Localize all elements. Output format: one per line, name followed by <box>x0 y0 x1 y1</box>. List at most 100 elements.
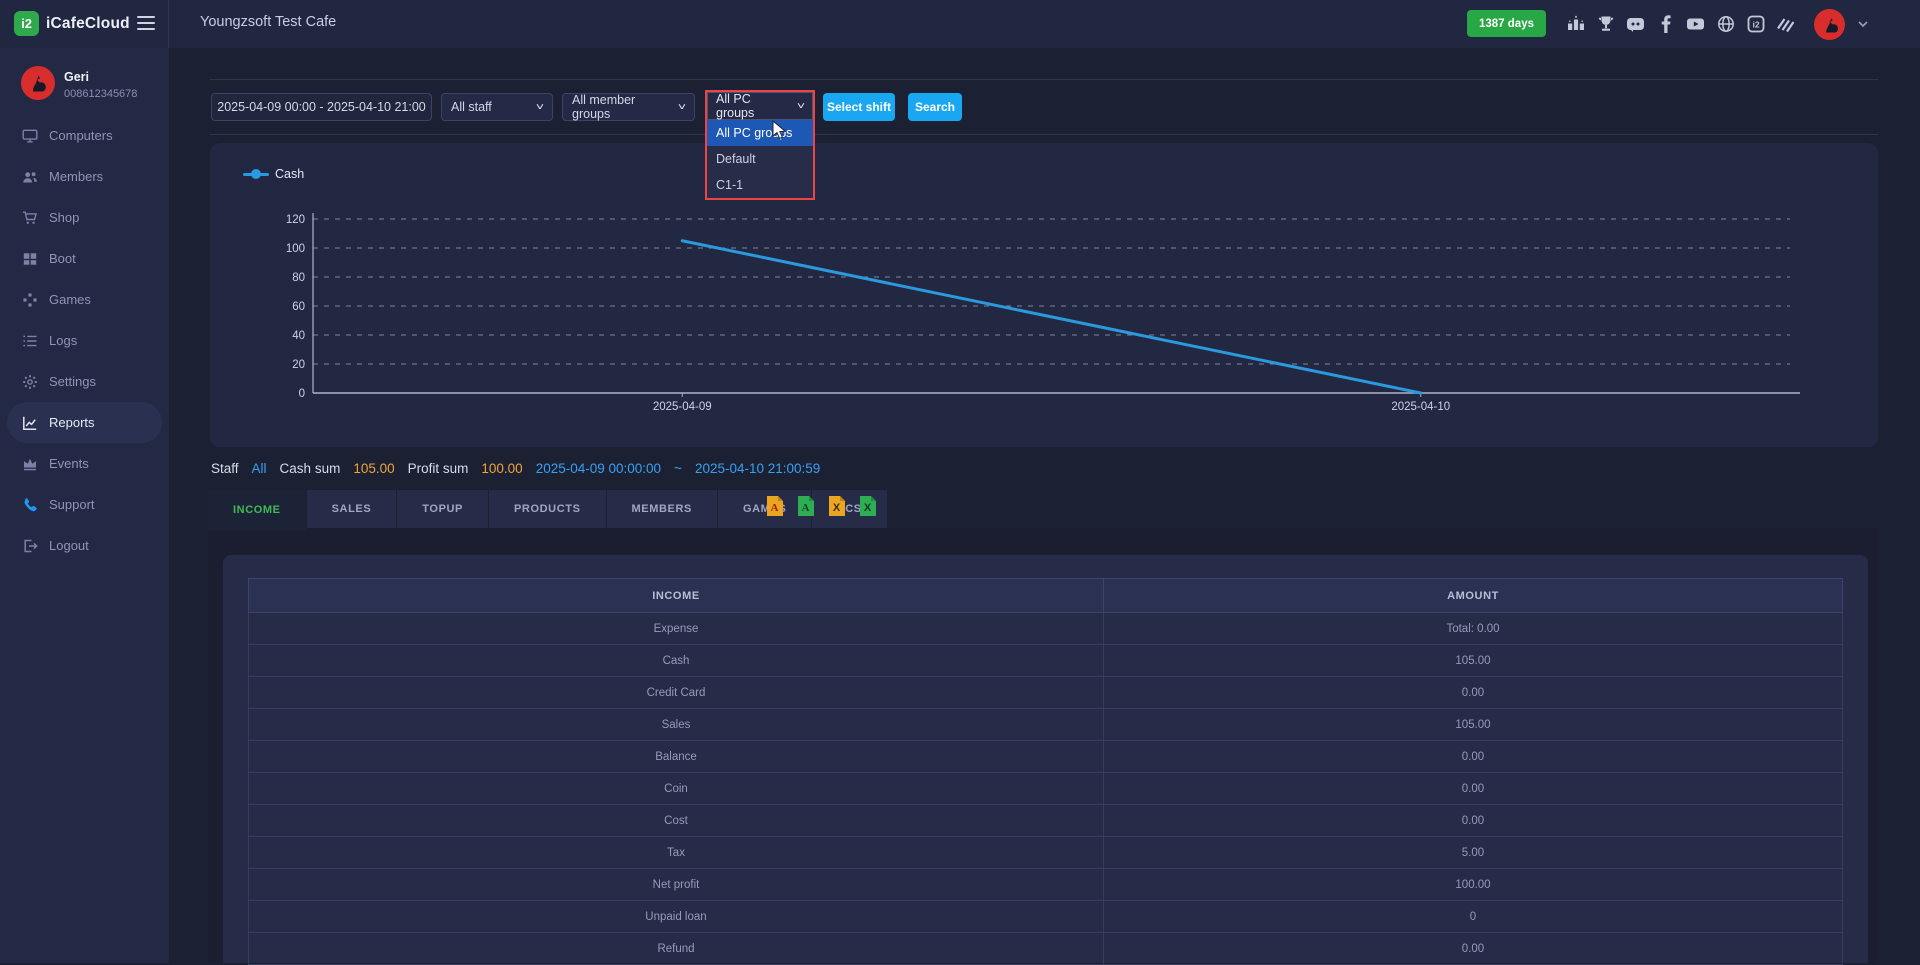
sidebar-item-label: Support <box>49 497 95 512</box>
sidebar-item-settings[interactable]: Settings <box>7 361 162 402</box>
svg-text:60: 60 <box>292 301 305 313</box>
youtube-icon[interactable] <box>1686 15 1705 34</box>
layers-icon[interactable] <box>1776 15 1795 34</box>
sidebar-item-shop[interactable]: Shop <box>7 197 162 238</box>
discord-icon[interactable] <box>1626 15 1645 34</box>
svg-text:A: A <box>802 502 810 514</box>
table-row: Unpaid loan0 <box>249 901 1843 933</box>
table-row: Coin0.00 <box>249 773 1843 805</box>
select-shift-button[interactable]: Select shift <box>823 93 895 121</box>
staff-select[interactable]: All staff ˅ <box>441 93 553 121</box>
row-value: 100.00 <box>1104 869 1843 901</box>
chart-card: 0204060801001202025-04-092025-04-10 Cash <box>210 143 1878 447</box>
divider <box>210 79 1878 80</box>
svg-text:80: 80 <box>292 272 305 284</box>
row-value: 5.00 <box>1104 837 1843 869</box>
chevron-down-icon[interactable] <box>1858 15 1868 33</box>
sidebar-item-events[interactable]: Events <box>7 443 162 484</box>
range-separator: ~ <box>674 461 682 476</box>
member-groups-select[interactable]: All member groups˅ <box>562 93 695 121</box>
staff-value[interactable]: All <box>252 461 267 476</box>
row-label: Net profit <box>249 869 1104 901</box>
list-icon <box>22 333 38 349</box>
icafecloud-icon[interactable]: i2 <box>1746 15 1765 34</box>
row-label: Unpaid loan <box>249 901 1104 933</box>
date-range-input[interactable]: 2025-04-09 00:00 - 2025-04-10 21:00 <box>211 93 432 121</box>
top-icon-row: i2 <box>1566 0 1868 48</box>
trophy-icon[interactable] <box>1596 15 1615 34</box>
row-label: Credit Card <box>249 677 1104 709</box>
row-label: Expense <box>249 613 1104 645</box>
row-label: Sales <box>249 709 1104 741</box>
ranking-icon[interactable] <box>1566 15 1585 34</box>
svg-text:40: 40 <box>292 330 305 342</box>
pc-group-option-default[interactable]: Default <box>707 146 813 172</box>
staff-label: Staff <box>211 461 239 476</box>
cash-sum-value: 105.00 <box>353 461 394 476</box>
subscription-days-badge[interactable]: 1387 days <box>1467 10 1546 37</box>
sidebar-item-label: Logs <box>49 333 77 348</box>
gamepad-icon <box>22 292 38 308</box>
table-row: Credit Card0.00 <box>249 677 1843 709</box>
user-avatar[interactable] <box>1814 9 1845 40</box>
page-title: Youngzsoft Test Cafe <box>200 14 336 30</box>
sidebar-item-logs[interactable]: Logs <box>7 320 162 361</box>
svg-text:X: X <box>833 502 841 514</box>
top-bar: i2 iCafeCloud Youngzsoft Test Cafe 1387 … <box>0 0 1920 48</box>
sidebar-item-games[interactable]: Games <box>7 279 162 320</box>
line-chart-icon <box>22 415 38 431</box>
hamburger-menu-icon[interactable] <box>137 16 155 31</box>
brand-name: iCafeCloud <box>46 15 130 33</box>
sidebar: Geri 008612345678 Computers Members Shop… <box>0 48 169 963</box>
tab-topup[interactable]: TOPUP <box>397 490 489 528</box>
pc-group-option-all[interactable]: All PC groups <box>707 120 813 146</box>
table-row: Sales105.00 <box>249 709 1843 741</box>
tab-members[interactable]: MEMBERS <box>607 490 718 528</box>
table-row: Cash105.00 <box>249 645 1843 677</box>
user-name: Geri <box>64 70 89 84</box>
tab-sales[interactable]: SALES <box>307 490 398 528</box>
sidebar-item-reports[interactable]: Reports <box>7 402 162 443</box>
brand-logo[interactable]: i2 iCafeCloud <box>14 11 130 36</box>
pc-groups-select[interactable]: All PC groups˅ <box>707 92 813 120</box>
row-label: Tax <box>249 837 1104 869</box>
pdf-export-yellow-icon[interactable]: A <box>766 495 784 517</box>
sidebar-item-computers[interactable]: Computers <box>7 115 162 156</box>
income-table-card: INCOME AMOUNT ExpenseTotal: 0.00 Cash105… <box>223 555 1868 963</box>
pc-group-option-c1-1[interactable]: C1-1 <box>707 172 813 198</box>
svg-text:X: X <box>864 502 872 514</box>
column-header-amount: AMOUNT <box>1104 579 1843 613</box>
income-table: INCOME AMOUNT ExpenseTotal: 0.00 Cash105… <box>248 578 1843 965</box>
table-row: Cost0.00 <box>249 805 1843 837</box>
excel-export-yellow-icon[interactable]: X <box>828 495 846 517</box>
logout-icon <box>22 538 38 554</box>
search-button[interactable]: Search <box>908 93 962 121</box>
tab-products[interactable]: PRODUCTS <box>489 490 607 528</box>
sidebar-item-label: Shop <box>49 210 79 225</box>
pdf-export-green-icon[interactable]: A <box>797 495 815 517</box>
sidebar-item-label: Logout <box>49 538 89 553</box>
chart-legend[interactable]: Cash <box>243 167 304 181</box>
row-value: 105.00 <box>1104 645 1843 677</box>
legend-label: Cash <box>275 167 304 181</box>
gear-icon <box>22 374 38 390</box>
tab-income[interactable]: INCOME <box>208 490 307 530</box>
user-block: Geri 008612345678 <box>0 48 169 114</box>
staff-select-value: All staff <box>451 100 492 114</box>
excel-export-green-icon[interactable]: X <box>859 495 877 517</box>
avatar[interactable] <box>21 66 55 100</box>
svg-text:20: 20 <box>292 359 305 371</box>
sidebar-item-members[interactable]: Members <box>7 156 162 197</box>
globe-icon[interactable] <box>1716 15 1735 34</box>
sidebar-item-boot[interactable]: Boot <box>7 238 162 279</box>
facebook-icon[interactable] <box>1656 15 1675 34</box>
cart-icon <box>22 210 38 226</box>
sidebar-item-support[interactable]: Support <box>7 484 162 525</box>
chevron-down-icon: ˅ <box>536 102 544 113</box>
icafecloud-logo-icon: i2 <box>14 11 39 36</box>
export-buttons: A A X X <box>766 495 877 517</box>
members-icon <box>22 169 38 185</box>
chevron-down-icon: ˅ <box>797 101 805 112</box>
table-row: Balance0.00 <box>249 741 1843 773</box>
sidebar-item-logout[interactable]: Logout <box>7 525 162 566</box>
